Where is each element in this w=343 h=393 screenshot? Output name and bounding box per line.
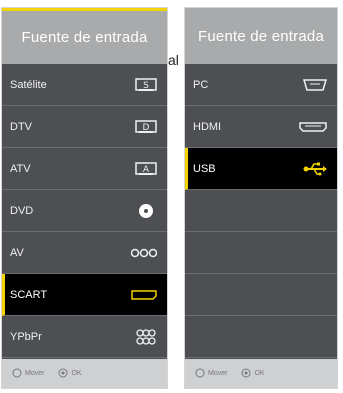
source-label: SCART	[10, 288, 48, 301]
move-hint: Mover	[195, 368, 227, 380]
menu-title: Fuente de entrada	[2, 8, 167, 64]
menu-footer: Mover OK	[185, 359, 337, 388]
usb-icon	[303, 162, 327, 176]
disc-icon	[135, 203, 157, 219]
move-hint: Mover	[12, 368, 44, 380]
source-label: PC	[193, 78, 209, 91]
menu-footer: Mover OK	[2, 359, 167, 388]
source-label: AV	[10, 246, 24, 259]
dpad-icon	[12, 368, 22, 380]
source-item-atv[interactable]: ATV A	[2, 148, 167, 190]
empty-row	[185, 232, 337, 274]
source-item-hdmi[interactable]: HDMI	[185, 106, 337, 148]
source-item-satellite[interactable]: Satélite S	[2, 64, 167, 106]
hdmi-connector-icon	[299, 121, 327, 133]
atv-a-icon: A	[135, 161, 157, 176]
source-item-dvd[interactable]: DVD	[2, 190, 167, 232]
source-label: Satélite	[10, 78, 47, 91]
dtv-d-icon: D	[135, 119, 157, 134]
menu-title: Fuente de entrada	[185, 8, 337, 64]
ok-label: OK	[254, 370, 265, 377]
empty-row	[185, 274, 337, 316]
av-connectors-icon	[131, 248, 157, 258]
dpad-icon	[195, 368, 205, 380]
ok-hint: OK	[241, 368, 265, 380]
component-connectors-icon	[135, 328, 157, 345]
svg-text:D: D	[143, 123, 150, 133]
svg-text:A: A	[143, 165, 150, 175]
ok-button-icon	[241, 368, 251, 380]
scart-connector-icon	[131, 289, 157, 300]
input-source-menu-right: Fuente de entrada PC HDMI USB Mover OK	[185, 8, 337, 388]
source-label: YPbPr	[10, 330, 42, 343]
source-item-pc[interactable]: PC	[185, 64, 337, 106]
source-label: ATV	[10, 162, 31, 175]
source-label: DVD	[10, 204, 34, 217]
input-source-menu-left: Fuente de entrada Satélite S DTV D ATV A…	[2, 8, 167, 388]
ok-hint: OK	[58, 368, 82, 380]
source-label: USB	[193, 162, 216, 175]
move-label: Mover	[25, 370, 45, 377]
ok-label: OK	[71, 370, 82, 377]
source-item-dtv[interactable]: DTV D	[2, 106, 167, 148]
source-item-av[interactable]: AV	[2, 232, 167, 274]
vga-connector-icon	[303, 78, 327, 91]
satellite-s-icon: S	[135, 77, 157, 92]
empty-row	[185, 316, 337, 358]
stray-text: al	[168, 52, 179, 68]
empty-row	[185, 190, 337, 232]
move-label: Mover	[208, 370, 228, 377]
source-label: DTV	[10, 120, 32, 133]
ok-button-icon	[58, 368, 68, 380]
source-item-usb[interactable]: USB	[185, 148, 337, 190]
source-item-ypbpr[interactable]: YPbPr	[2, 316, 167, 358]
source-item-scart[interactable]: SCART	[2, 274, 167, 316]
svg-text:S: S	[143, 81, 149, 91]
source-label: HDMI	[193, 120, 222, 133]
